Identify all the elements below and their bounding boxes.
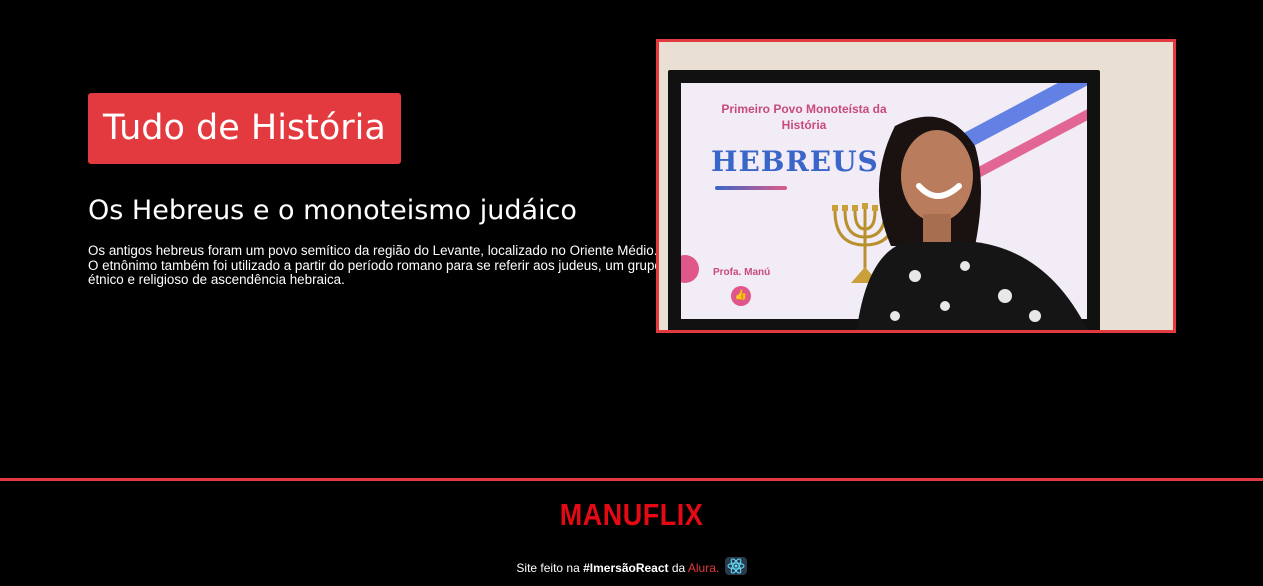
manuflix-logo[interactable]: MANUFLIX	[0, 498, 1263, 533]
video-description: Os antigos hebreus foram um povo semític…	[88, 243, 662, 287]
slide-underline	[715, 186, 787, 190]
slide-heading: HEBREUS	[711, 145, 879, 178]
slide-decoration	[681, 255, 699, 283]
featured-banner: Tudo de História Os Hebreus e o monoteis…	[0, 0, 1263, 480]
thumbs-up-icon: 👍	[731, 286, 751, 306]
footer-credit: Site feito na #ImersãoReact da Alura.	[0, 557, 1263, 575]
credit-event: #ImersãoReact	[583, 561, 669, 575]
credit-middle: da	[671, 561, 686, 575]
site-footer: MANUFLIX Site feito na #ImersãoReact da …	[0, 478, 1263, 586]
video-thumbnail[interactable]: Primeiro Povo Monoteísta da História HEB…	[656, 39, 1176, 333]
alura-link[interactable]: Alura.	[688, 561, 719, 575]
video-title: Os Hebreus e o monoteismo judáico	[88, 195, 577, 226]
slide-author: Profa. Manú	[713, 267, 771, 278]
presenter-figure	[856, 116, 1088, 330]
category-tag[interactable]: Tudo de História	[88, 93, 401, 164]
credit-prefix: Site feito na	[516, 561, 580, 575]
react-atom-icon	[724, 557, 747, 575]
